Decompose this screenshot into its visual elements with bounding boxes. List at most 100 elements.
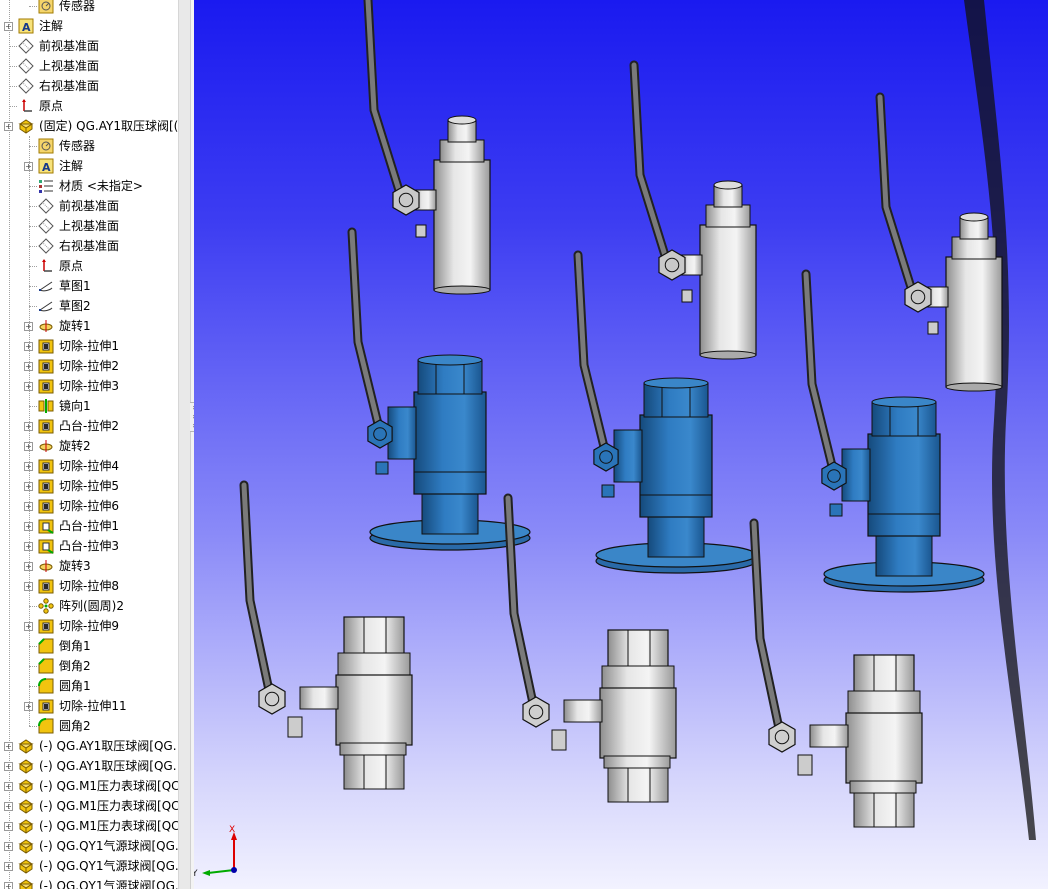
part-icon: [18, 818, 34, 834]
tree-connector: [29, 666, 37, 667]
graphics-area[interactable]: X Y: [194, 0, 1048, 889]
tree-item[interactable]: 上视基准面: [0, 216, 178, 236]
plane-icon: [18, 38, 34, 54]
assembly-scene[interactable]: X Y: [194, 0, 1048, 889]
tree-item[interactable]: 前视基准面: [0, 36, 178, 56]
tree-item-label: 上视基准面: [39, 59, 100, 73]
tree-item[interactable]: + (-) QG.QY1气源球阀[QG.: [0, 856, 178, 876]
tree-item-label: 倒角2: [59, 659, 91, 673]
tree-item-label: 右视基准面: [59, 239, 120, 253]
tree-item-label: (-) QG.QY1气源球阀[QG.: [39, 879, 178, 889]
cut-extrude-icon: [38, 618, 54, 634]
cut-extrude-icon: [38, 338, 54, 354]
tree-connector: [29, 286, 37, 287]
tree-item[interactable]: 前视基准面: [0, 196, 178, 216]
tree-item[interactable]: + (-) QG.QY1气源球阀[QG.: [0, 876, 178, 889]
tree-item[interactable]: 镜向1: [0, 396, 178, 416]
tree-item-label: (-) QG.M1压力表球阀[QC: [39, 779, 178, 793]
tree-item-label: 旋转2: [59, 439, 91, 453]
feature-manager-tree[interactable]: 传感器 + A 注解 前视基准面 上视基准面 右视基准面 原点 + (固定) QG.AY1取压球阀…: [0, 0, 178, 889]
tree-item[interactable]: 草图1: [0, 276, 178, 296]
tree-item[interactable]: + 切除-拉伸11: [0, 696, 178, 716]
tree-item[interactable]: + (-) QG.M1压力表球阀[QC: [0, 816, 178, 836]
tree-item[interactable]: + 切除-拉伸2: [0, 356, 178, 376]
revolve-icon: [38, 558, 54, 574]
tree-item[interactable]: + 旋转3: [0, 556, 178, 576]
sensor-icon: [38, 138, 54, 154]
tree-item-label: 旋转1: [59, 319, 91, 333]
tree-connector: [29, 146, 37, 147]
tree-item[interactable]: + A 注解: [0, 156, 178, 176]
cut-extrude-icon: [38, 458, 54, 474]
tree-item[interactable]: + (固定) QG.AY1取压球阀[(: [0, 116, 178, 136]
tree-item[interactable]: 圆角2: [0, 716, 178, 736]
tree-item[interactable]: 传感器: [0, 136, 178, 156]
tree-item[interactable]: 右视基准面: [0, 76, 178, 96]
tree-item-label: (-) QG.AY1取压球阀[QG.: [39, 759, 177, 773]
fillet-icon: [38, 718, 54, 734]
tree-item[interactable]: 右视基准面: [0, 236, 178, 256]
part-icon: [18, 118, 34, 134]
tree-item[interactable]: + (-) QG.M1压力表球阀[QC: [0, 796, 178, 816]
cut-extrude-icon: [38, 498, 54, 514]
tree-item[interactable]: + 切除-拉伸1: [0, 336, 178, 356]
tree-item-label: 注解: [39, 19, 64, 33]
boss-extrude-icon: [38, 538, 54, 554]
triad-y-label: Y: [194, 869, 198, 879]
tree-item[interactable]: + (-) QG.AY1取压球阀[QG.: [0, 736, 178, 756]
tree-item-label: 传感器: [59, 0, 96, 13]
tree-item-label: 切除-拉伸5: [59, 479, 119, 493]
tree-item-label: 切除-拉伸8: [59, 579, 119, 593]
tree-connector: [29, 226, 37, 227]
tree-connector: [9, 106, 17, 107]
coordinate-triad: X Y: [194, 825, 237, 879]
gray-valve[interactable]: [629, 60, 757, 360]
tree-connector: [29, 206, 37, 207]
tree-item[interactable]: + 旋转2: [0, 436, 178, 456]
tree-connector: [29, 246, 37, 247]
tree-item[interactable]: + (-) QG.M1压力表球阀[QC: [0, 776, 178, 796]
tree-item[interactable]: 阵列(圆周)2: [0, 596, 178, 616]
origin-icon: [18, 98, 34, 114]
tree-item[interactable]: + 切除-拉伸8: [0, 576, 178, 596]
tree-item[interactable]: + 切除-拉伸3: [0, 376, 178, 396]
tree-item[interactable]: 材质 <未指定>: [0, 176, 178, 196]
tree-item[interactable]: 传感器: [0, 0, 178, 16]
tree-item[interactable]: + 旋转1: [0, 316, 178, 336]
tree-item-label: 凸台-拉伸2: [59, 419, 119, 433]
tree-connector: [29, 306, 37, 307]
tree-item[interactable]: 圆角1: [0, 676, 178, 696]
tree-item-label: (-) QG.M1压力表球阀[QC: [39, 799, 178, 813]
tree-connector: [9, 86, 17, 87]
chamfer-icon: [38, 638, 54, 654]
tree-connector: [9, 46, 17, 47]
tree-item[interactable]: + (-) QG.AY1取压球阀[QG.: [0, 756, 178, 776]
part-icon: [18, 798, 34, 814]
tree-item-label: 圆角1: [59, 679, 91, 693]
tree-item[interactable]: + A 注解: [0, 16, 178, 36]
tree-item[interactable]: + 凸台-拉伸1: [0, 516, 178, 536]
tree-item[interactable]: + 凸台-拉伸2: [0, 416, 178, 436]
annotation-icon: A: [18, 18, 34, 34]
tree-item[interactable]: + 切除-拉伸4: [0, 456, 178, 476]
tree-item-label: (-) QG.M1压力表球阀[QC: [39, 819, 178, 833]
cut-extrude-icon: [38, 378, 54, 394]
tree-item[interactable]: 原点: [0, 256, 178, 276]
tree-connector: [29, 6, 37, 7]
tree-item[interactable]: 上视基准面: [0, 56, 178, 76]
tree-item[interactable]: 倒角2: [0, 656, 178, 676]
gray-valve[interactable]: [363, 0, 491, 295]
fillet-icon: [38, 678, 54, 694]
tree-item-label: 原点: [59, 259, 84, 273]
tree-item[interactable]: + 切除-拉伸9: [0, 616, 178, 636]
triad-x-label: X: [229, 825, 235, 835]
tree-item-label: 切除-拉伸3: [59, 379, 119, 393]
tree-item[interactable]: + 凸台-拉伸3: [0, 536, 178, 556]
tree-item[interactable]: 原点: [0, 96, 178, 116]
tree-item-label: 上视基准面: [59, 219, 120, 233]
tree-item[interactable]: + 切除-拉伸6: [0, 496, 178, 516]
tree-item[interactable]: 倒角1: [0, 636, 178, 656]
tree-item[interactable]: + (-) QG.QY1气源球阀[QG.: [0, 836, 178, 856]
tree-item[interactable]: 草图2: [0, 296, 178, 316]
tree-item[interactable]: + 切除-拉伸5: [0, 476, 178, 496]
